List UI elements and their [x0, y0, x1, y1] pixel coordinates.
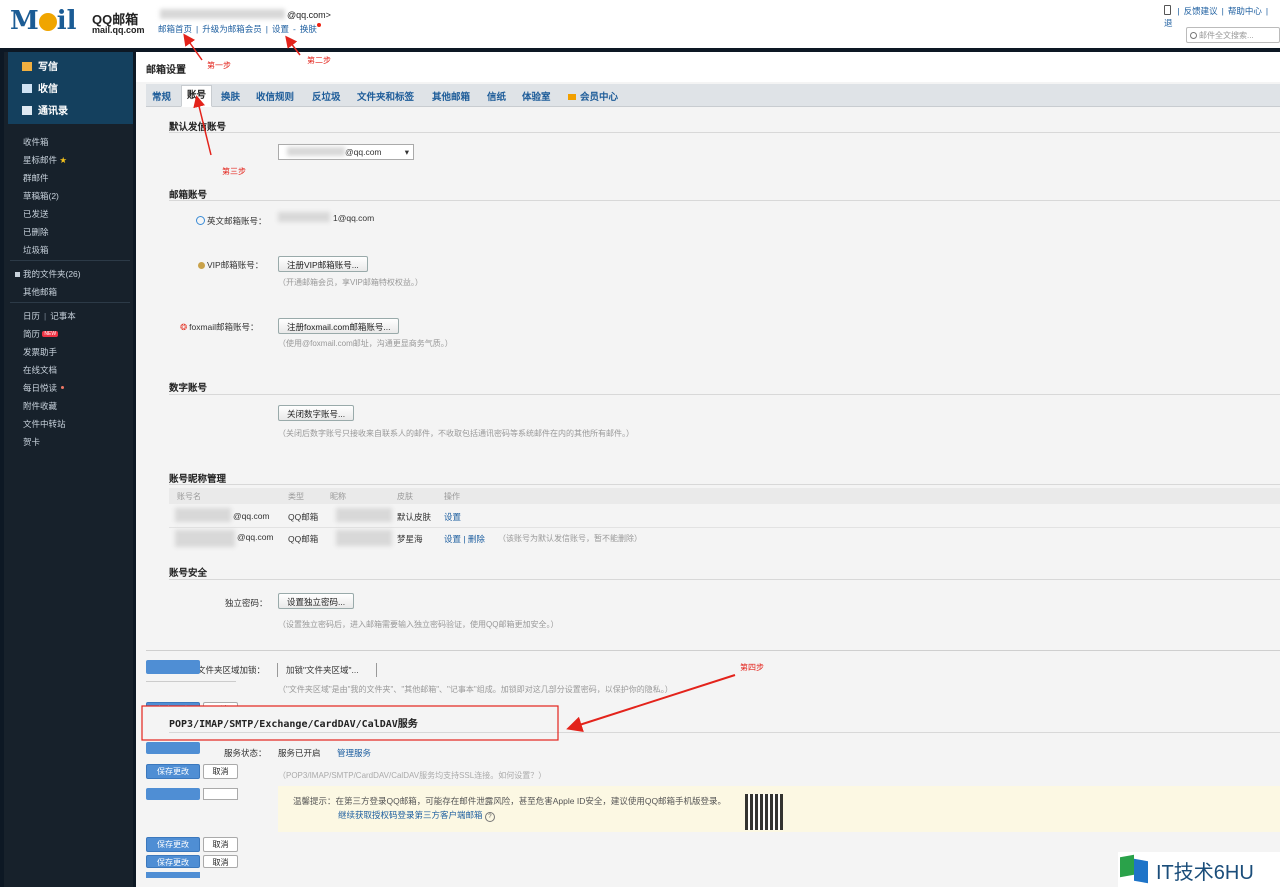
- watermark-logo-icon: [1134, 858, 1148, 884]
- step3-label: 第三步: [222, 167, 246, 176]
- watermark-text: IT技术6HU: [1156, 862, 1254, 884]
- service-highlight-box: [141, 705, 559, 741]
- step4-arrow: [566, 674, 736, 732]
- step4-label: 第四步: [740, 663, 764, 672]
- step2-arrow: [285, 35, 301, 56]
- step1-label: 第一步: [207, 61, 231, 70]
- step2-label: 第二步: [307, 56, 331, 65]
- step1-arrow: [183, 33, 203, 61]
- watermark: IT技术6HU: [1118, 852, 1280, 887]
- watermark-logo-icon: [1120, 854, 1134, 878]
- step3-arrow: [193, 95, 212, 156]
- annotation-overlay: [141, 33, 736, 741]
